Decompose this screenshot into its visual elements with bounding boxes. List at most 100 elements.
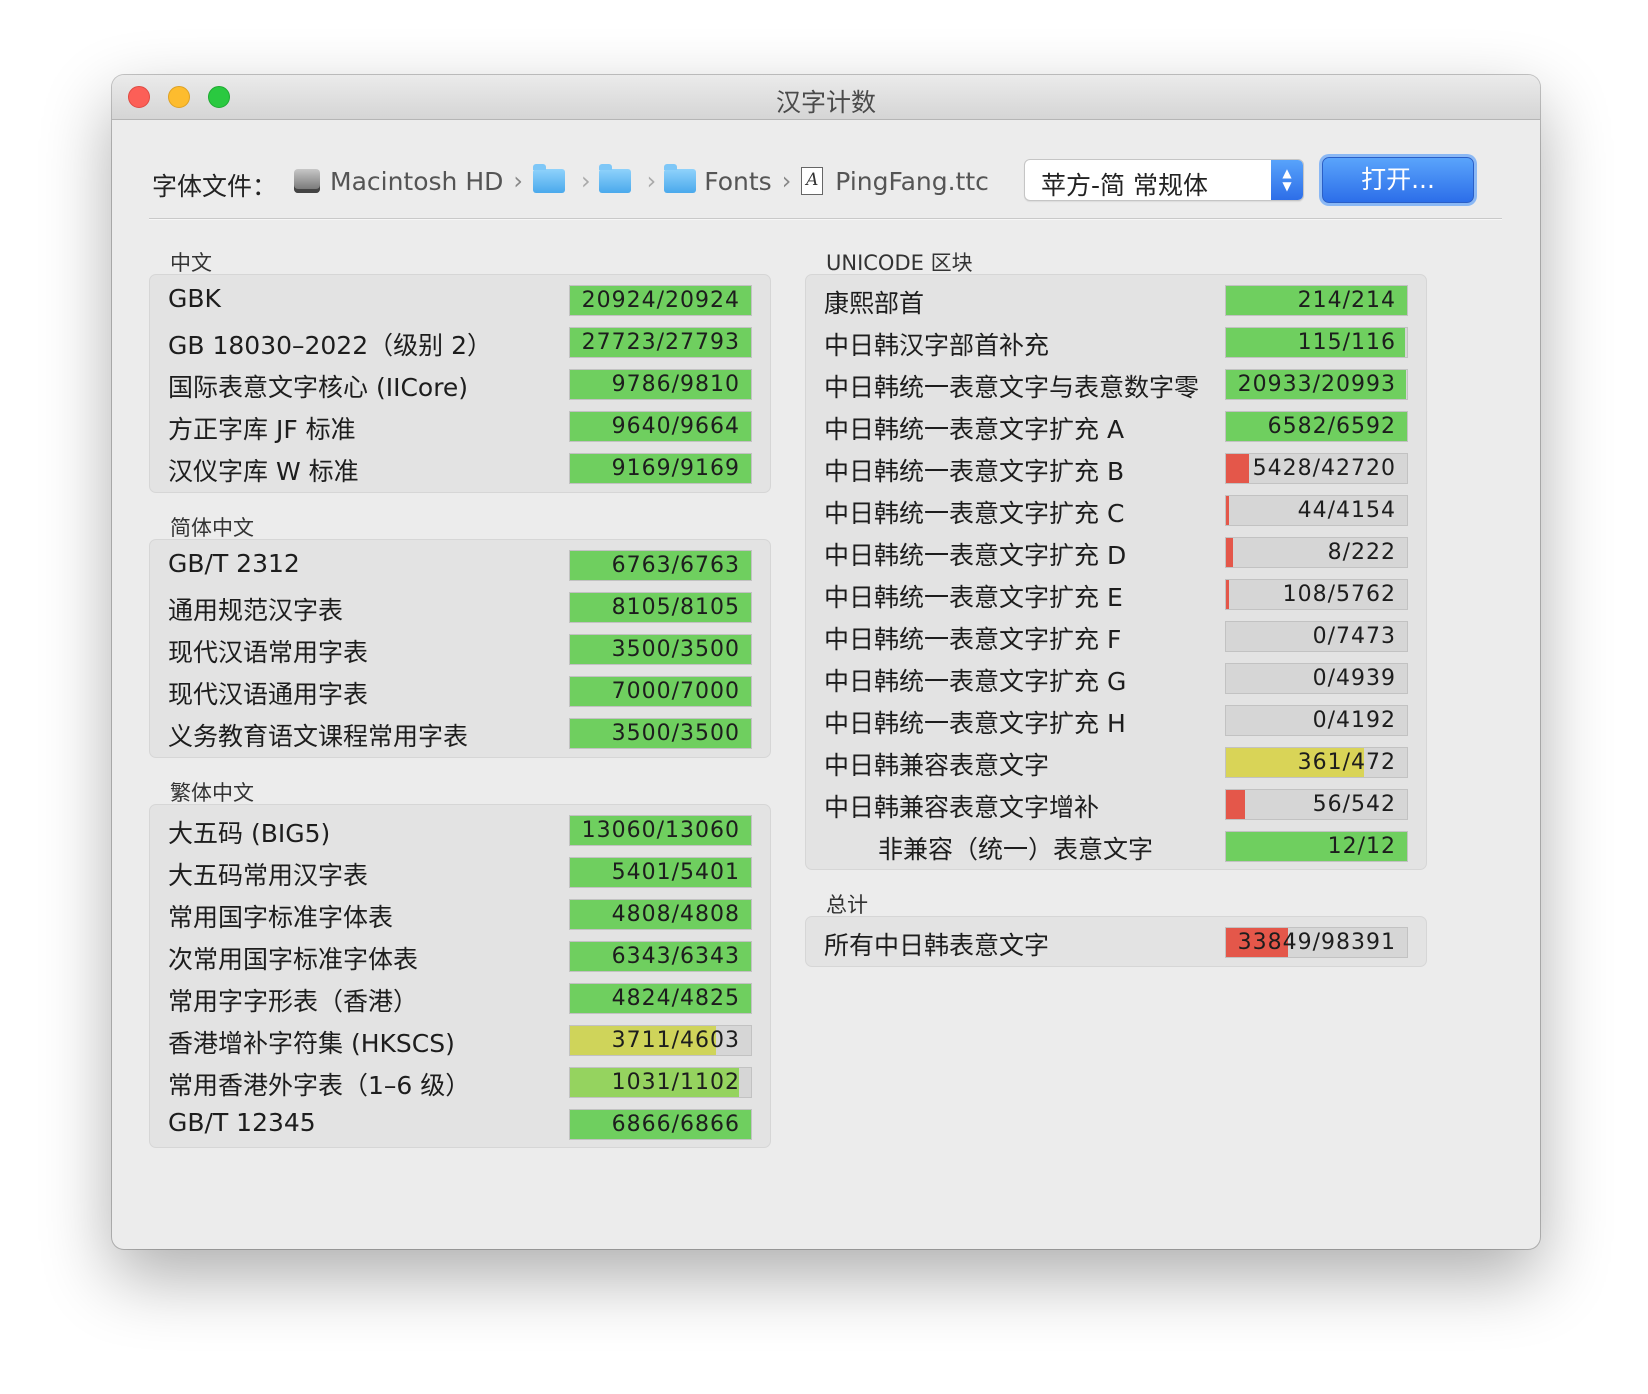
covered-count: 6763 xyxy=(611,553,672,578)
count-row: 中日韩统一表意文字扩充 H 0/4192 xyxy=(806,698,1426,740)
count-separator: / xyxy=(656,330,665,355)
path-separator-icon: › xyxy=(781,167,792,195)
count-row: 中日韩兼容表意文字 361/472 xyxy=(806,740,1426,782)
row-label: 中日韩统一表意文字扩充 E xyxy=(824,583,1123,612)
section-title-traditional: 繁体中文 xyxy=(170,781,254,805)
coverage-count: 27723/27793 xyxy=(582,330,740,355)
total-count: 42720 xyxy=(1321,456,1396,481)
row-label: 中日韩统一表意文字扩充 B xyxy=(824,457,1125,486)
coverage-bar-fill xyxy=(1226,454,1249,483)
row-label: 中日韩兼容表意文字 xyxy=(824,751,1050,780)
open-button[interactable]: 打开... xyxy=(1322,157,1474,203)
total-count: 7000 xyxy=(680,679,740,704)
section-title-simplified: 简体中文 xyxy=(170,516,254,540)
count-separator: / xyxy=(671,1028,680,1053)
coverage-bar: 13060/13060 xyxy=(569,815,752,846)
total-count: 13060 xyxy=(665,818,740,843)
row-label: 通用规范汉字表 xyxy=(168,596,344,625)
count-row: GB/T 12345 6866/6866 xyxy=(150,1102,770,1144)
folder-icon xyxy=(664,164,697,193)
coverage-count: 108/5762 xyxy=(1283,582,1396,607)
row-label: 香港增补字符集 (HKSCS) xyxy=(168,1029,455,1058)
count-separator: / xyxy=(671,414,680,439)
count-row: 现代汉语通用字表 7000/7000 xyxy=(150,669,770,711)
total-count: 214 xyxy=(1351,288,1396,313)
coverage-bar: 44/4154 xyxy=(1225,495,1408,526)
section-box-total: 所有中日韩表意文字 33849/98391 xyxy=(805,916,1427,967)
count-row: 中日韩汉字部首补充 115/116 xyxy=(806,320,1426,362)
row-label: 常用国字标准字体表 xyxy=(168,903,394,932)
coverage-count: 5428/42720 xyxy=(1253,456,1396,481)
coverage-bar: 12/12 xyxy=(1225,831,1408,862)
coverage-count: 12/12 xyxy=(1328,834,1396,859)
folder-icon xyxy=(533,164,565,193)
total-count: 20993 xyxy=(1321,372,1396,397)
count-separator: / xyxy=(1327,498,1336,523)
font-face-select[interactable]: 苹方-简 常规体 ▲ ▼ xyxy=(1024,159,1304,201)
count-separator: / xyxy=(1342,540,1351,565)
count-separator: / xyxy=(671,902,680,927)
count-separator: / xyxy=(671,860,680,885)
covered-count: 361 xyxy=(1297,750,1343,775)
coverage-count: 8/222 xyxy=(1328,540,1396,565)
total-count: 27793 xyxy=(665,330,740,355)
toolbar-divider xyxy=(149,218,1502,220)
total-count: 12 xyxy=(1366,834,1396,859)
font-path-control[interactable]: Macintosh HD › › › Fonts › A PingFang.tt… xyxy=(294,157,989,205)
total-count: 222 xyxy=(1351,540,1396,565)
section-box-traditional: 大五码 (BIG5) 13060/13060 大五码常用汉字表 5401/5401 常用… xyxy=(149,804,771,1148)
coverage-bar: 20933/20993 xyxy=(1225,369,1408,400)
path-item-label: Macintosh HD xyxy=(330,166,504,196)
count-separator: / xyxy=(671,986,680,1011)
font-file-icon: A xyxy=(801,167,824,195)
row-label: GBK xyxy=(168,284,221,313)
covered-count: 5428 xyxy=(1252,456,1313,481)
covered-count: 8 xyxy=(1327,540,1343,565)
total-count: 5762 xyxy=(1336,582,1396,607)
path-item-font-file[interactable]: A PingFang.ttc xyxy=(801,167,989,196)
total-count: 542 xyxy=(1351,792,1396,817)
section-title-chinese: 中文 xyxy=(170,251,212,275)
coverage-count: 0/7473 xyxy=(1313,624,1396,649)
covered-count: 9640 xyxy=(611,414,672,439)
row-label: 方正字库 JF 标准 xyxy=(168,415,356,444)
covered-count: 6343 xyxy=(611,944,672,969)
covered-count: 20933 xyxy=(1237,372,1313,397)
count-row: 中日韩统一表意文字扩充 B 5428/42720 xyxy=(806,446,1426,488)
path-item-fonts[interactable]: Fonts xyxy=(664,164,772,196)
coverage-bar: 0/4192 xyxy=(1225,705,1408,736)
total-count: 3500 xyxy=(680,721,740,746)
coverage-bar: 6763/6763 xyxy=(569,550,752,581)
coverage-count: 3500/3500 xyxy=(612,721,740,746)
covered-count: 115 xyxy=(1297,330,1343,355)
count-row: 义务教育语文课程常用字表 3500/3500 xyxy=(150,711,770,753)
chevron-up-down-icon: ▲ ▼ xyxy=(1271,160,1303,200)
coverage-bar: 3711/4603 xyxy=(569,1025,752,1056)
row-label: 康熙部首 xyxy=(824,289,925,318)
count-separator: / xyxy=(1327,582,1336,607)
row-label: 中日韩统一表意文字扩充 D xyxy=(824,541,1127,570)
path-item-label: Fonts xyxy=(704,166,772,196)
count-separator: / xyxy=(671,637,680,662)
count-row: 方正字库 JF 标准 9640/9664 xyxy=(150,404,770,446)
total-count: 472 xyxy=(1351,750,1396,775)
total-count: 6343 xyxy=(680,944,740,969)
coverage-bar: 3500/3500 xyxy=(569,718,752,749)
count-separator: / xyxy=(671,944,680,969)
count-separator: / xyxy=(671,553,680,578)
count-row: 汉仪字库 W 标准 9169/9169 xyxy=(150,446,770,488)
path-item-macintosh-hd[interactable]: Macintosh HD xyxy=(294,167,503,196)
row-label: 所有中日韩表意文字 xyxy=(824,931,1050,960)
coverage-bar: 9786/9810 xyxy=(569,369,752,400)
count-row: GBK 20924/20924 xyxy=(150,278,770,320)
coverage-bar-fill xyxy=(1226,538,1233,567)
coverage-bar: 8105/8105 xyxy=(569,592,752,623)
row-label: 汉仪字库 W 标准 xyxy=(168,457,359,486)
path-item-folder[interactable] xyxy=(598,164,639,193)
coverage-count: 0/4192 xyxy=(1313,708,1396,733)
total-count: 20924 xyxy=(665,288,740,313)
coverage-bar: 5401/5401 xyxy=(569,857,752,888)
path-item-folder[interactable] xyxy=(533,164,573,193)
row-label: 非兼容（统一）表意文字 xyxy=(878,835,1154,864)
path-item-label: PingFang.ttc xyxy=(835,166,989,196)
